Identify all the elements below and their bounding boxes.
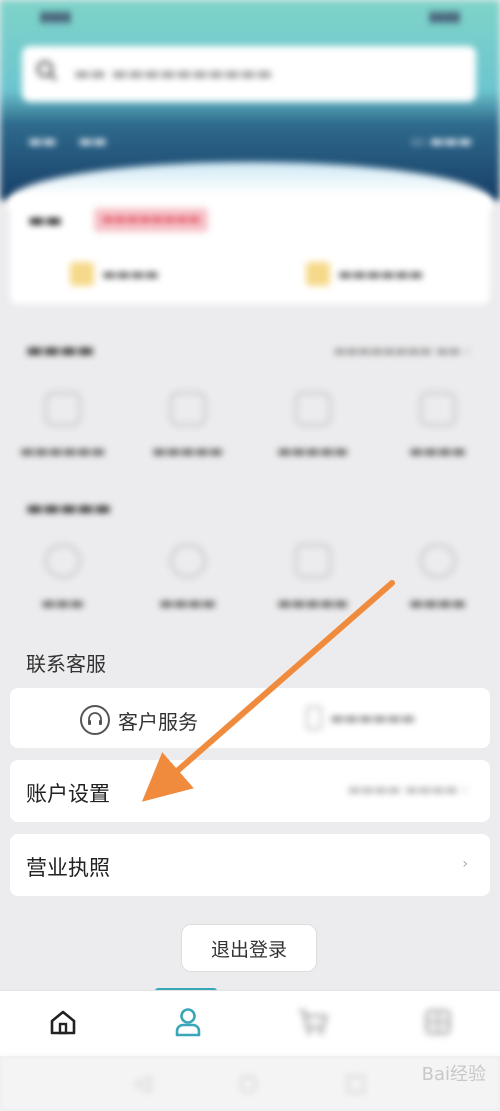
app-feedback-label: ▬▬▬▬▬▬	[330, 709, 416, 727]
section-more[interactable]: ▬▬▬▬▬▬▬▬ ▬▬ ›	[334, 344, 470, 359]
arrow-line	[141, 580, 395, 802]
cart-icon	[297, 1008, 329, 1040]
grid-item[interactable]: ▬▬▬▬	[375, 392, 500, 460]
phone-icon	[306, 706, 322, 730]
logout-button[interactable]: 退出登录	[181, 924, 317, 972]
status-left: ▮▮▮▮	[40, 9, 71, 25]
business-license-row[interactable]: 营业执照 ›	[10, 834, 490, 896]
order-item[interactable]: ▬▬▬▬▬▬	[306, 262, 423, 286]
chevron-right-icon: ›	[462, 856, 468, 872]
status-bar: ▮▮▮▮ ▮▮▮▮	[0, 0, 500, 34]
headset-icon	[80, 705, 110, 735]
bottom-tab-bar	[0, 990, 500, 1056]
grid-icon	[425, 1009, 451, 1039]
contact-service-card: 客户服务 ▬▬▬▬▬▬	[10, 688, 490, 748]
order-badge: ▬▬▬▬▬▬▬▬	[94, 208, 209, 232]
header-tabs[interactable]: ▬▬ ▬▬ ▭ ▬▬▬	[0, 118, 500, 164]
watermark: Bai经验	[421, 1064, 486, 1085]
app-feedback-button[interactable]: ▬▬▬▬▬▬	[306, 706, 415, 730]
grid-item[interactable]: ▬▬▬▬	[125, 544, 250, 612]
header-tab[interactable]: ▬▬	[78, 132, 106, 150]
grid-item[interactable]: ▬▬▬	[0, 544, 125, 612]
user-icon	[174, 1007, 202, 1041]
order-item[interactable]: ▬▬▬▬	[70, 262, 159, 286]
grid-item[interactable]: ▬▬▬▬▬▬	[0, 392, 125, 460]
back-icon[interactable]: ◁	[134, 1071, 151, 1096]
icon-row: ▬▬▬▬▬▬ ▬▬▬▬▬ ▬▬▬▬▬ ▬▬▬▬	[0, 392, 500, 460]
home-circle-icon[interactable]: ○	[238, 1071, 257, 1096]
grid-item[interactable]: ▬▬▬▬	[375, 544, 500, 612]
grid-item[interactable]: ▬▬▬▬▬	[250, 392, 375, 460]
order-title: ▬▬	[28, 210, 63, 231]
section-title: ▬▬▬▬▬	[26, 498, 112, 519]
search-bar[interactable]: ▬▬ ▬▬▬▬▬▬▬▬▬▬	[22, 46, 476, 102]
customer-service-label: 客户服务	[118, 709, 198, 734]
recents-icon[interactable]: □	[345, 1071, 366, 1096]
status-right: ▮▮▮▮	[429, 9, 460, 25]
account-settings-hint: ▬▬▬▬ ▬▬▬▬ ›	[347, 782, 468, 798]
icon-row: ▬▬▬ ▬▬▬▬ ▬▬▬▬▬ ▬▬▬▬	[0, 544, 500, 612]
header-right-action[interactable]: ▭ ▬▬▬	[411, 132, 472, 150]
tab-cart[interactable]	[250, 991, 375, 1056]
header-tab[interactable]: ▬▬	[28, 132, 56, 150]
search-placeholder: ▬▬ ▬▬▬▬▬▬▬▬▬▬	[74, 64, 273, 84]
grid-item[interactable]: ▬▬▬▬▬	[125, 392, 250, 460]
contact-service-title: 联系客服	[26, 652, 106, 676]
tab-profile[interactable]	[125, 991, 250, 1056]
tab-home[interactable]	[0, 991, 125, 1056]
tab-more[interactable]	[375, 991, 500, 1056]
home-icon	[49, 1009, 77, 1039]
account-settings-row[interactable]: 账户设置 ▬▬▬▬ ▬▬▬▬ ›	[10, 760, 490, 822]
section-title: ▬▬▬▬	[26, 340, 95, 361]
search-icon	[36, 60, 58, 88]
customer-service-button[interactable]: 客户服务	[80, 705, 198, 735]
account-settings-label: 账户设置	[26, 782, 110, 806]
order-card: ▬▬ ▬▬▬▬▬▬▬▬ ▬▬▬▬ ▬▬▬▬▬▬	[10, 196, 490, 304]
grid-item[interactable]: ▬▬▬▬▬	[250, 544, 375, 612]
business-license-label: 营业执照	[26, 856, 110, 880]
